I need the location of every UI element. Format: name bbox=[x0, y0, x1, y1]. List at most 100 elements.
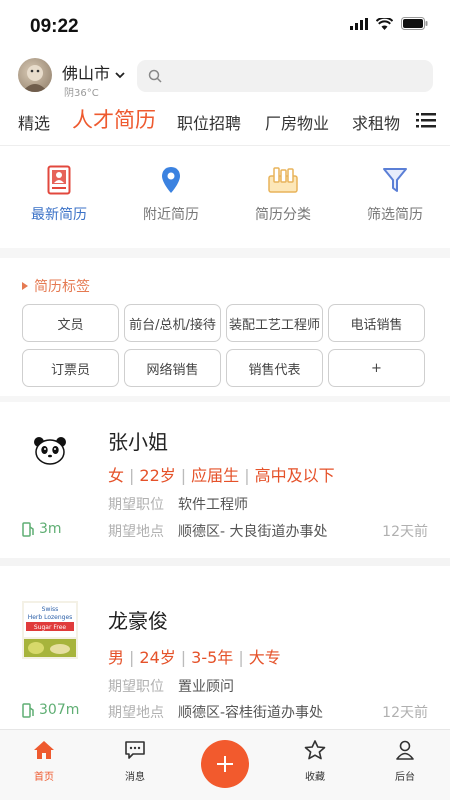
position-label: 期望职位 bbox=[108, 679, 164, 695]
avatar[interactable] bbox=[18, 58, 52, 92]
user-icon bbox=[396, 740, 414, 760]
nav-label: 收藏 bbox=[305, 772, 325, 783]
tag-chip[interactable]: 网络销售 bbox=[124, 349, 221, 387]
menu-list-icon[interactable] bbox=[416, 112, 436, 128]
distance-icon bbox=[22, 521, 34, 537]
tags-grid: 文员 前台/总机/接待 装配工艺工程师 电话销售 订票员 网络销售 销售代表 + bbox=[22, 304, 430, 387]
city-name: 佛山市 bbox=[62, 64, 111, 83]
resume-attributes: 男 | 24岁 | 3-5年 | 大专 bbox=[108, 648, 281, 667]
resume-card[interactable]: 张小姐 女 | 22岁 | 应届生 | 高中及以下 期望职位 软件工程师 期望地点 顺德区- 大… bbox=[0, 404, 450, 566]
resume-location-row: 期望地点 顺德区- 大良街道办事处 bbox=[108, 521, 328, 541]
battery-icon bbox=[401, 17, 428, 30]
divider bbox=[0, 248, 450, 258]
resume-location-row: 期望地点 顺德区-容桂街道办事处 bbox=[108, 702, 323, 722]
status-icons bbox=[350, 17, 428, 30]
location-label: 期望地点 bbox=[108, 705, 164, 721]
nav-favorites[interactable]: 收藏 bbox=[285, 740, 345, 783]
tab-jobs[interactable]: 职位招聘 bbox=[177, 110, 241, 134]
tag-chip[interactable]: 前台/总机/接待 bbox=[124, 304, 221, 342]
nav-label: 消息 bbox=[125, 772, 145, 783]
quick-label: 简历分类 bbox=[255, 207, 311, 223]
resume-distance: 307m bbox=[22, 702, 79, 718]
location-value: 顺德区-容桂街道办事处 bbox=[178, 705, 324, 721]
signal-icon bbox=[350, 17, 368, 30]
quick-latest-resumes[interactable]: 最新简历 bbox=[14, 162, 104, 224]
tags-title-text: 简历标签 bbox=[34, 279, 90, 295]
wifi-icon bbox=[376, 17, 393, 30]
quick-filter-resumes[interactable]: 筛选简历 bbox=[350, 162, 440, 224]
search-input[interactable] bbox=[137, 60, 433, 92]
home-icon bbox=[34, 741, 54, 759]
tag-chip[interactable]: 文员 bbox=[22, 304, 119, 342]
tab-property[interactable]: 厂房物业 bbox=[265, 110, 329, 134]
resume-education: 大专 bbox=[248, 648, 281, 667]
resume-attributes: 女 | 22岁 | 应届生 | 高中及以下 bbox=[108, 466, 335, 485]
resume-icon bbox=[47, 165, 71, 195]
resume-name: 张小姐 bbox=[108, 430, 168, 454]
add-tag-button[interactable]: + bbox=[328, 349, 425, 387]
resume-time: 12天前 bbox=[382, 524, 428, 540]
quick-nearby-resumes[interactable]: 附近简历 bbox=[126, 162, 216, 224]
resume-experience: 应届生 bbox=[191, 466, 240, 485]
nav-home[interactable]: 首页 bbox=[14, 740, 74, 783]
avatar-image bbox=[22, 65, 48, 92]
bottom-nav: 首页 消息 收藏 后台 bbox=[0, 729, 450, 800]
quick-label: 附近简历 bbox=[143, 207, 199, 223]
tab-featured[interactable]: 精选 bbox=[18, 110, 50, 134]
distance-value: 307m bbox=[39, 702, 80, 718]
quick-label: 最新简历 bbox=[31, 207, 87, 223]
position-value: 置业顾问 bbox=[178, 679, 234, 695]
thumb-text-swiss: Swiss bbox=[42, 606, 59, 613]
status-bar: 09:22 bbox=[0, 0, 450, 52]
resume-age: 24岁 bbox=[139, 648, 176, 667]
filter-icon bbox=[383, 168, 407, 192]
resume-education: 高中及以下 bbox=[254, 466, 335, 485]
triangle-right-icon bbox=[22, 282, 28, 290]
category-tabs: 精选 人才简历 职位招聘 厂房物业 求租物 bbox=[0, 100, 450, 146]
tag-chip[interactable]: 销售代表 bbox=[226, 349, 323, 387]
nav-label: 后台 bbox=[395, 772, 415, 783]
resume-position-row: 期望职位 置业顾问 bbox=[108, 676, 234, 696]
quick-actions: 最新简历 附近简历 简历分类 筛选简历 bbox=[0, 162, 450, 232]
panda-icon bbox=[22, 422, 78, 478]
distance-icon bbox=[22, 702, 34, 718]
star-icon bbox=[304, 740, 326, 760]
resume-gender: 男 bbox=[108, 648, 125, 667]
position-value: 软件工程师 bbox=[178, 497, 248, 513]
location-value: 顺德区- 大良街道办事处 bbox=[178, 524, 328, 540]
tab-resumes[interactable]: 人才简历 bbox=[72, 104, 156, 134]
weather-text: 阴36°C bbox=[64, 88, 99, 99]
thumb-text-sugarfree: Sugar Free bbox=[34, 624, 67, 631]
lozenges-photo: Swiss Herb Lozenges Sugar Free bbox=[22, 601, 78, 659]
resume-name: 龙豪俊 bbox=[108, 609, 168, 633]
quick-resume-categories[interactable]: 简历分类 bbox=[238, 162, 328, 224]
tab-rent[interactable]: 求租物 bbox=[352, 110, 400, 134]
tag-chip[interactable]: 电话销售 bbox=[328, 304, 425, 342]
tag-chip[interactable]: 订票员 bbox=[22, 349, 119, 387]
nav-messages[interactable]: 消息 bbox=[105, 740, 165, 783]
tags-section-title: 简历标签 bbox=[22, 276, 90, 296]
message-icon bbox=[125, 741, 145, 759]
distance-value: 3m bbox=[39, 521, 62, 537]
location-pin-icon bbox=[162, 167, 180, 193]
search-icon bbox=[148, 69, 162, 83]
resume-experience: 3-5年 bbox=[191, 648, 234, 667]
chevron-down-icon bbox=[115, 72, 125, 79]
nav-backend[interactable]: 后台 bbox=[375, 740, 435, 783]
status-time: 09:22 bbox=[30, 16, 79, 37]
city-selector[interactable]: 佛山市 bbox=[62, 60, 125, 84]
divider bbox=[0, 396, 450, 402]
top-bar: 佛山市 阴36°C bbox=[0, 56, 450, 99]
nav-label: 首页 bbox=[34, 772, 54, 783]
resume-age: 22岁 bbox=[139, 466, 176, 485]
resume-gender: 女 bbox=[108, 466, 125, 485]
tag-chip[interactable]: 装配工艺工程师 bbox=[226, 304, 323, 342]
resume-card[interactable]: Swiss Herb Lozenges Sugar Free 龙豪俊 男 | 24岁… bbox=[0, 575, 450, 737]
position-label: 期望职位 bbox=[108, 497, 164, 513]
category-icon bbox=[268, 167, 298, 193]
resume-position-row: 期望职位 软件工程师 bbox=[108, 494, 248, 514]
thumb-text-herb: Herb Lozenges bbox=[28, 614, 73, 621]
resume-time: 12天前 bbox=[382, 705, 428, 721]
add-button[interactable] bbox=[201, 740, 249, 788]
resume-distance: 3m bbox=[22, 521, 62, 537]
